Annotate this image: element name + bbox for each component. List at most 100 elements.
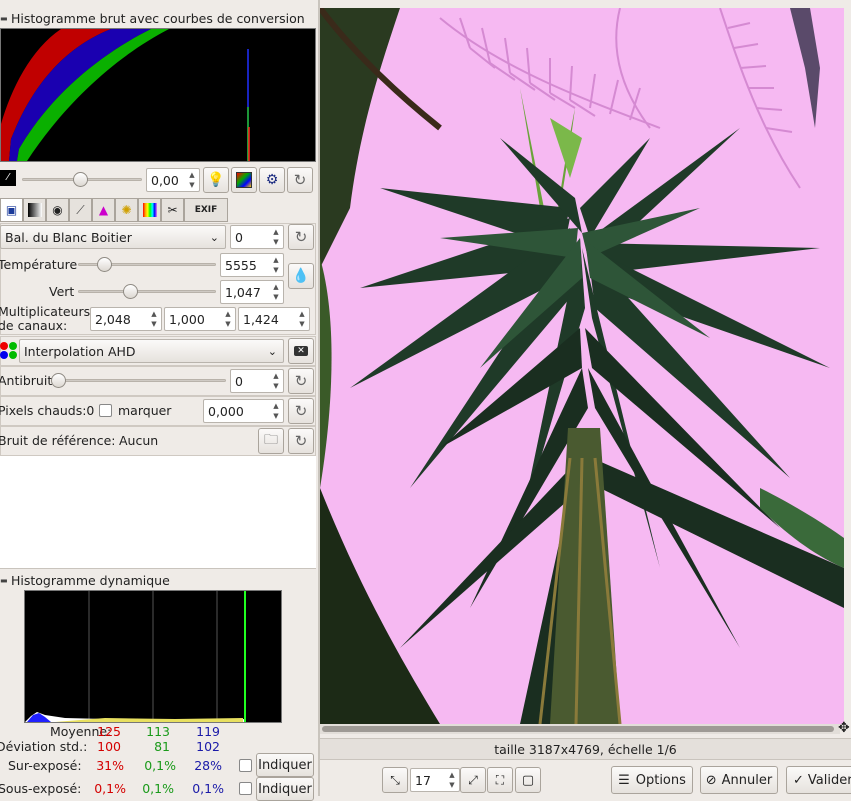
overexposed-indicate-checkbox[interactable] — [239, 759, 252, 772]
live-histogram-title: Histogramme dynamique — [11, 572, 170, 588]
ok-button[interactable]: ✓ Valider — [786, 766, 851, 794]
clip-highlights-button[interactable] — [231, 167, 257, 193]
multiplier-blue-input[interactable]: 1,424 ▲ ▼ — [238, 307, 310, 331]
underexposed-label: Sous-exposé: — [0, 781, 82, 796]
color-wheel-icon: ✺ — [121, 203, 132, 217]
zoom-full-button[interactable]: ▢ — [515, 767, 541, 793]
hot-pixels-spin[interactable]: ▲ ▼ — [270, 401, 282, 421]
dark-frame-reset-button[interactable]: ↻ — [288, 428, 314, 454]
zoom-in-icon: ⤢ — [468, 772, 478, 787]
temperature-input[interactable]: 5555 ▲ ▼ — [220, 253, 284, 277]
multiplier-blue-spin[interactable]: ▲ ▼ — [296, 309, 308, 329]
multiplier-green-spin[interactable]: ▲ ▼ — [222, 309, 234, 329]
zoom-out-button[interactable]: ⤡ — [382, 767, 408, 793]
multiplier-red-spin[interactable]: ▲ ▼ — [148, 309, 160, 329]
interpolation-clear-button[interactable]: ✕ — [288, 338, 314, 364]
chevron-down-icon: ⌄ — [209, 230, 219, 244]
live-histogram-header[interactable]: ▬ Histogramme dynamique — [0, 570, 318, 590]
denoise-slider-knob[interactable] — [51, 373, 66, 388]
multiplier-red-input[interactable]: 2,048 ▲ ▼ — [90, 307, 162, 331]
move-icon[interactable]: ✥ — [838, 720, 850, 736]
scrollbar-thumb[interactable] — [322, 726, 834, 732]
wb-picker-button[interactable]: 💧 — [288, 263, 314, 289]
tab-base-curve[interactable]: ⟋ — [69, 198, 92, 222]
preview-horizontal-scrollbar[interactable] — [320, 724, 840, 734]
underexposed-indicate-button[interactable]: Indiquer — [256, 777, 314, 801]
tab-grayscale[interactable] — [23, 198, 46, 222]
rgb-dots-icon — [0, 340, 18, 360]
color-grid-icon — [236, 172, 252, 188]
zoom-fit-button[interactable]: ⛶ — [487, 767, 513, 793]
mark-hot-pixels-checkbox[interactable] — [99, 404, 112, 417]
mean-blue: 119 — [196, 724, 220, 739]
reset-icon: ↻ — [294, 372, 308, 390]
rainbow-icon — [142, 203, 157, 217]
tab-lightness[interactable] — [138, 198, 161, 222]
wb-reset-button[interactable]: ↻ — [288, 224, 314, 250]
dark-frame-label: Bruit de référence: — [0, 433, 116, 448]
dark-frame-open-button[interactable]: 🗀 — [258, 428, 284, 454]
tab-saturation[interactable]: ✺ — [115, 198, 138, 222]
temperature-value: 5555 — [225, 257, 257, 273]
exposure-slider-knob[interactable] — [73, 172, 88, 187]
tab-crop[interactable]: ✂ — [161, 198, 184, 222]
temperature-spin[interactable]: ▲ ▼ — [270, 255, 282, 275]
fit-icon: ⛶ — [495, 772, 505, 787]
raw-histogram-curves — [1, 29, 250, 161]
exposure-input[interactable]: 0,00 ▲ ▼ — [146, 168, 200, 192]
overexposed-indicate-button[interactable]: Indiquer — [256, 753, 314, 777]
cancel-button[interactable]: ⊘ Annuler — [700, 766, 778, 794]
cancel-label: Annuler — [721, 772, 773, 788]
tab-lens[interactable]: ◉ — [46, 198, 69, 222]
wb-fine-spin[interactable]: ▲ ▼ — [270, 227, 282, 247]
exposure-spin[interactable]: ▲ ▼ — [186, 170, 198, 190]
tab-exif[interactable]: EXIF — [184, 198, 228, 222]
multipliers-label-line2: de canaux: — [0, 318, 68, 333]
gears-icon: ⚙ — [265, 172, 279, 188]
tool-empty-area — [0, 456, 316, 568]
raw-histogram-header[interactable]: ▬ Histogramme brut avec courbes de conve… — [0, 8, 318, 28]
tab-white-balance[interactable]: ▣ — [0, 198, 23, 222]
std-label: Déviation std.: — [0, 739, 88, 754]
divider — [0, 568, 316, 569]
zoom-in-button[interactable]: ⤢ — [460, 767, 486, 793]
multiplier-red-value: 2,048 — [95, 311, 131, 327]
preview-image[interactable] — [320, 8, 844, 724]
collapse-icon[interactable]: ▬ — [0, 14, 8, 23]
options-label: Options — [635, 772, 686, 788]
zoom-spin[interactable]: ▲ ▼ — [446, 770, 458, 790]
multiplier-green-input[interactable]: 1,000 ▲ ▼ — [164, 307, 236, 331]
temperature-label: Température — [0, 257, 78, 272]
std-green: 81 — [154, 739, 170, 754]
denoise-slider-track[interactable] — [52, 379, 226, 382]
wb-fine-input[interactable]: 0 ▲ ▼ — [230, 225, 284, 249]
exposure-icon: ⁄ — [0, 170, 16, 186]
underexposed-indicate-checkbox[interactable] — [239, 782, 252, 795]
green-slider-knob[interactable] — [123, 284, 138, 299]
auto-exposure-button[interactable]: 💡 — [203, 167, 229, 193]
denoise-reset-button[interactable]: ↻ — [288, 368, 314, 394]
indicate-label: Indiquer — [258, 781, 312, 797]
green-input[interactable]: 1,047 ▲ ▼ — [220, 280, 284, 304]
denoise-spin[interactable]: ▲ ▼ — [270, 371, 282, 391]
denoise-input[interactable]: 0 ▲ ▼ — [230, 369, 284, 393]
green-slider-track[interactable] — [78, 290, 216, 293]
collapse-icon[interactable]: ▬ — [0, 576, 8, 585]
exposure-reset-button[interactable]: ↻ — [287, 167, 313, 193]
reset-icon: ↻ — [294, 432, 308, 450]
grayscale-icon — [27, 203, 42, 217]
mean-green: 113 — [146, 724, 170, 739]
green-value: 1,047 — [225, 284, 261, 300]
wb-preset-select[interactable]: Bal. du Blanc Boitier ⌄ — [0, 225, 226, 249]
zoom-input[interactable]: 17 ▲ ▼ — [410, 768, 460, 792]
temperature-slider-knob[interactable] — [97, 257, 112, 272]
hot-pixels-reset-button[interactable]: ↻ — [288, 398, 314, 424]
interpolation-select[interactable]: Interpolation AHD ⌄ — [19, 339, 284, 363]
left-panel: ▬ Histogramme brut avec courbes de conve… — [0, 0, 318, 801]
green-spin[interactable]: ▲ ▼ — [270, 282, 282, 302]
reset-icon: ↻ — [293, 171, 307, 189]
hot-pixels-input[interactable]: 0,000 ▲ ▼ — [203, 399, 284, 423]
tab-color-management[interactable]: ▲ — [92, 198, 115, 222]
options-button[interactable]: ☰ Options — [611, 766, 693, 794]
settings-button[interactable]: ⚙ — [259, 167, 285, 193]
